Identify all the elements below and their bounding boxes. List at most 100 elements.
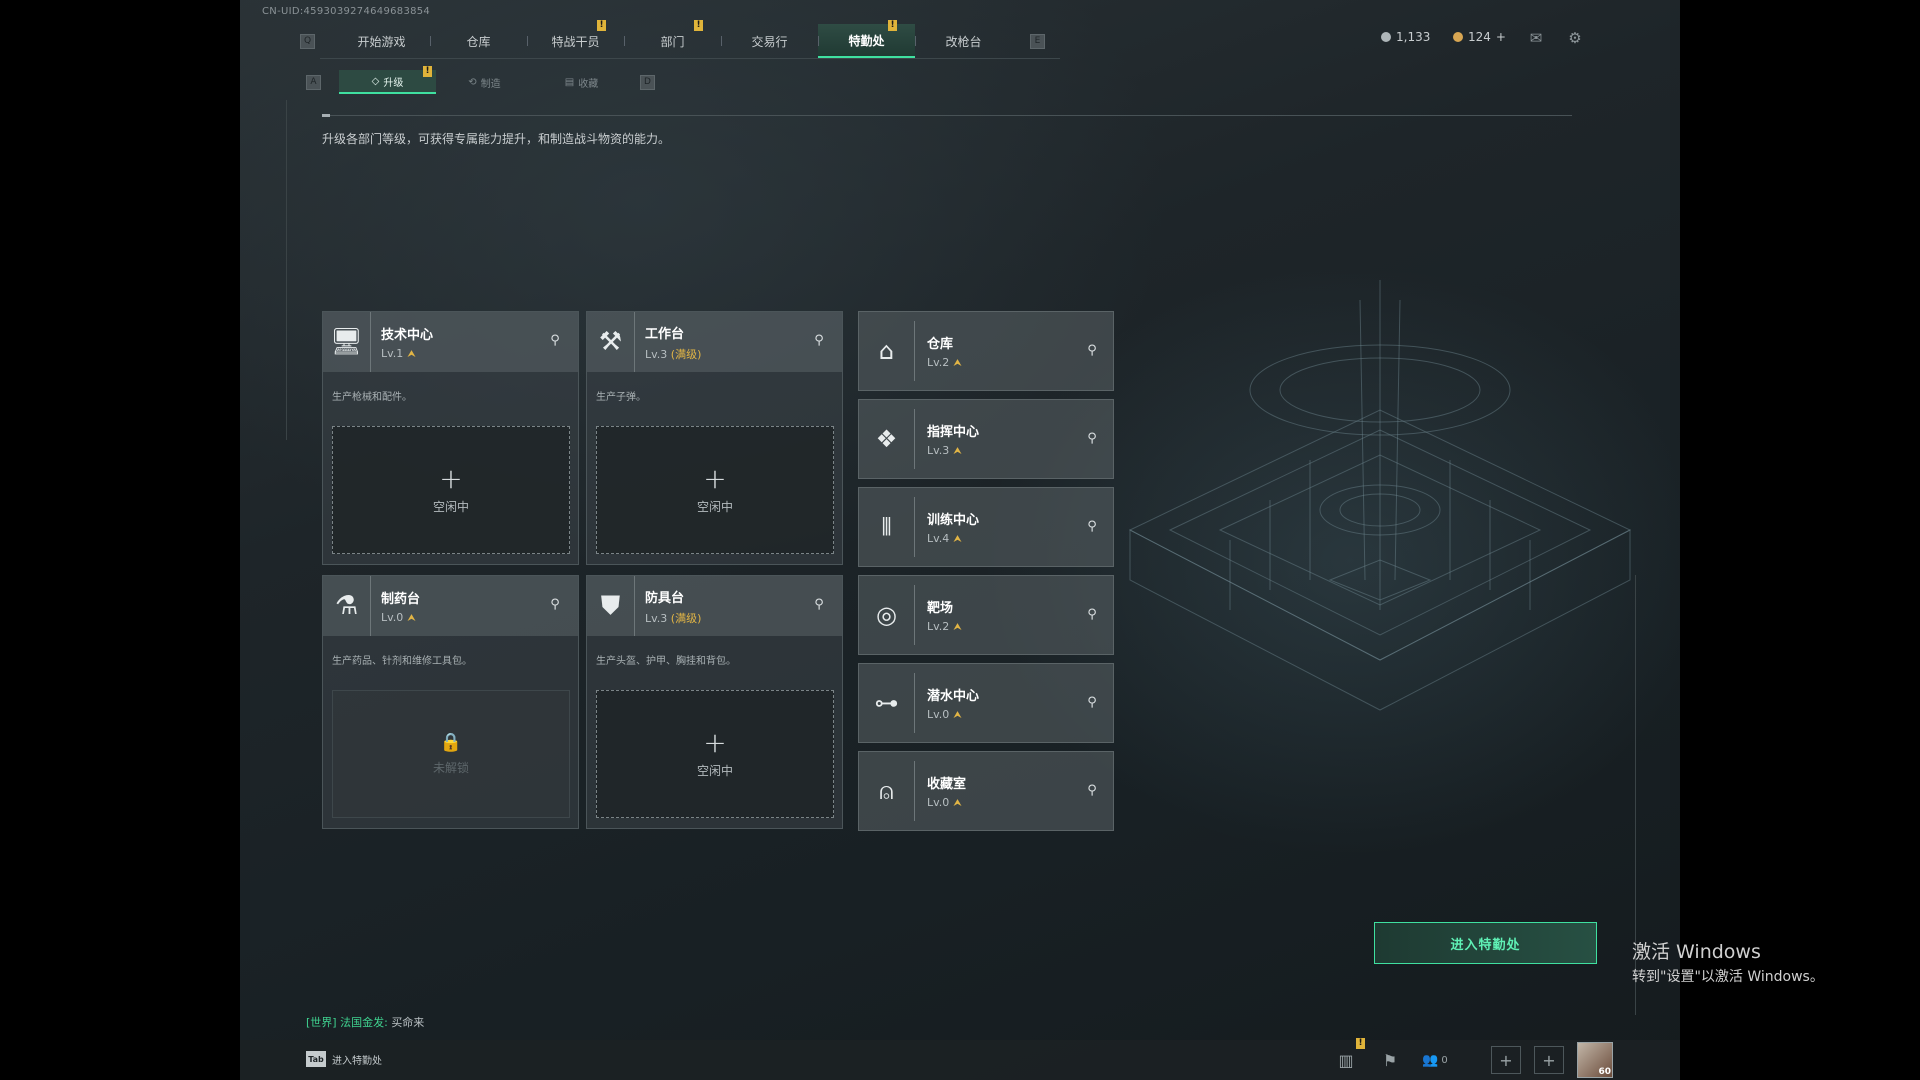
windows-activation-watermark: 激活 Windows 转到"设置"以激活 Windows。 (1632, 941, 1824, 985)
friends-icon: 👥 (1422, 1052, 1439, 1068)
card-description: 生产子弹。 (596, 392, 646, 403)
subtab-upgrade[interactable]: ◇ 升级! (339, 66, 436, 94)
search-icon[interactable]: ⚲ (810, 596, 828, 614)
friends-button[interactable]: 👥 0 (1415, 1046, 1455, 1074)
tab-operators[interactable]: 特战干员! (527, 20, 624, 58)
search-icon[interactable]: ⚲ (1083, 518, 1101, 536)
upgrade-arrow-icon: ⮝ (407, 613, 416, 624)
search-icon[interactable]: ⚲ (546, 596, 564, 614)
sub-nav: A ◇ 升级! ⟲ 制造 ▤ 收藏 D (306, 66, 655, 94)
enter-special-ops-button[interactable]: 进入特勤处 (1374, 922, 1597, 964)
chat-message: 买命来 (391, 1016, 425, 1029)
card-title: 防具台 (645, 590, 685, 606)
avatar[interactable]: 60 (1577, 1042, 1613, 1078)
bottom-bar (240, 1040, 1680, 1080)
armor-icon: ⛊ (587, 576, 635, 636)
gold-currency[interactable]: 124 + (1453, 30, 1506, 44)
notification-badge: ! (423, 66, 432, 77)
tab-gunsmith[interactable]: 改枪台 (915, 24, 1012, 58)
tab-shortcut-hint[interactable]: Tab 进入特勤处 (306, 1051, 382, 1067)
upgrade-arrow-icon: ⮝ (953, 358, 962, 369)
chat-channel: [世界] (306, 1016, 337, 1029)
card-level: Lv.3 (满级) (645, 611, 702, 625)
search-icon[interactable]: ⚲ (1083, 430, 1101, 448)
tab-special-ops[interactable]: 特勤处! (818, 20, 915, 58)
collection-icon: ▤ (564, 76, 575, 88)
dept-card-diving-center[interactable]: ⊶ 潜水中心 Lv.0 ⮝ ⚲ (858, 663, 1114, 743)
chat-sender: 法国金发: (340, 1016, 388, 1029)
silver-currency[interactable]: 1,133 (1381, 30, 1430, 44)
dept-card-shooting-range[interactable]: ◎ 靶场 Lv.2 ⮝ ⚲ (858, 575, 1114, 655)
game-screen: CN-UID:4593039274649683854 Q 开始游戏 仓库 特战干… (240, 0, 1680, 1080)
card-title: 收藏室 (927, 777, 967, 792)
decor-rail (286, 100, 287, 440)
monitor-icon: 🖥 (323, 312, 371, 372)
nav-prev-key-hint: Q (300, 33, 315, 49)
notification-badge: ! (888, 20, 897, 31)
command-icon: ❖ (859, 409, 915, 469)
target-icon: ◎ (859, 585, 915, 645)
upgrade-arrow-icon: ⮝ (407, 349, 416, 360)
dept-card-command-center[interactable]: ❖ 指挥中心 Lv.3 ⮝ ⚲ (858, 399, 1114, 479)
main-nav: Q 开始游戏 仓库 特战干员! 部门! 交易行 特勤处! 改枪台 E (300, 20, 1045, 58)
tab-start-game[interactable]: 开始游戏 (333, 24, 430, 58)
upgrade-arrow-icon: ⮝ (953, 534, 962, 545)
upgrade-arrow-icon: ⮝ (953, 622, 962, 633)
add-currency-button[interactable]: + (1496, 30, 1506, 44)
search-icon[interactable]: ⚲ (1083, 694, 1101, 712)
tab-trading[interactable]: 交易行 (721, 24, 818, 58)
upgrade-arrow-icon: ⮝ (953, 798, 962, 809)
dept-card-warehouse[interactable]: ⌂ 仓库 Lv.2 ⮝ ⚲ (858, 311, 1114, 391)
dept-card-tech-center[interactable]: 🖥 技术中心 Lv.1 ⮝ ⚲ 生产枪械和配件。 + 空闲中 (322, 311, 579, 565)
subtab-collection[interactable]: ▤ 收藏 (533, 70, 630, 94)
hammer-wrench-icon: ⚒ (587, 312, 635, 372)
chat-line[interactable]: [世界] 法国金发: 买命来 (306, 1014, 424, 1030)
add-teammate-button[interactable]: + (1491, 1046, 1521, 1074)
search-icon[interactable]: ⚲ (546, 332, 564, 350)
dept-card-armor-bench[interactable]: ⛊ 防具台 Lv.3 (满级) ⚲ 生产头盔、护甲、胸挂和背包。 + 空闲中 (586, 575, 843, 829)
dept-card-workbench[interactable]: ⚒ 工作台 Lv.3 (满级) ⚲ 生产子弹。 + 空闲中 (586, 311, 843, 565)
card-level: Lv.0 ⮝ (927, 708, 962, 721)
locked-slot: 🔒 未解锁 (332, 690, 570, 818)
dept-card-training-center[interactable]: ⫴ 训练中心 Lv.4 ⮝ ⚲ (858, 487, 1114, 567)
card-title: 仓库 (927, 337, 954, 352)
mail-icon[interactable]: ✉ (1526, 30, 1546, 46)
search-icon[interactable]: ⚲ (1083, 342, 1101, 360)
card-title: 潜水中心 (927, 689, 980, 704)
subtab-craft[interactable]: ⟲ 制造 (436, 70, 533, 94)
plus-icon: + (703, 461, 727, 495)
card-level: Lv.0 ⮝ (381, 611, 416, 624)
craft-icon: ⟲ (468, 76, 477, 88)
base-model-illustration (1128, 280, 1632, 711)
card-level: Lv.3 (满级) (645, 347, 702, 361)
card-title: 制药台 (381, 592, 421, 607)
page-description: 升级各部门等级，可获得专属能力提升，和制造战斗物资的能力。 (322, 132, 671, 146)
search-icon[interactable]: ⚲ (1083, 606, 1101, 624)
plus-icon: + (703, 725, 727, 759)
search-icon[interactable]: ⚲ (810, 332, 828, 350)
card-description: 生产枪械和配件。 (332, 392, 412, 403)
dept-card-pharmacy[interactable]: ⚗ 制药台 Lv.0 ⮝ ⚲ 生产药品、针剂和维修工具包。 🔒 未解锁 (322, 575, 579, 829)
tab-department[interactable]: 部门! (624, 20, 721, 58)
card-title: 技术中心 (381, 328, 434, 343)
card-description: 生产头盔、护甲、胸挂和背包。 (596, 656, 736, 667)
production-slot[interactable]: + 空闲中 (596, 690, 834, 818)
search-icon[interactable]: ⚲ (1083, 782, 1101, 800)
card-title: 靶场 (927, 601, 954, 616)
gear-icon[interactable]: ⚙ (1565, 30, 1585, 46)
production-slot[interactable]: + 空闲中 (596, 426, 834, 554)
dept-card-collection-room[interactable]: ⍝ 收藏室 Lv.0 ⮝ ⚲ (858, 751, 1114, 831)
tab-warehouse[interactable]: 仓库 (430, 24, 527, 58)
plus-icon: + (439, 461, 463, 495)
notification-badge: ! (597, 20, 606, 31)
production-slot[interactable]: + 空闲中 (332, 426, 570, 554)
tab-key-icon: Tab (306, 1051, 326, 1067)
warehouse-icon: ⌂ (859, 321, 915, 381)
stats-icon[interactable]: ▥ (1331, 1046, 1361, 1074)
subnav-next-key-hint: D (640, 74, 655, 90)
lock-icon: 🔒 (439, 732, 463, 753)
add-teammate-button[interactable]: + (1534, 1046, 1564, 1074)
flag-icon[interactable]: ⚑ (1375, 1046, 1405, 1074)
card-level: Lv.0 ⮝ (927, 796, 962, 809)
notification-badge: ! (694, 20, 703, 31)
